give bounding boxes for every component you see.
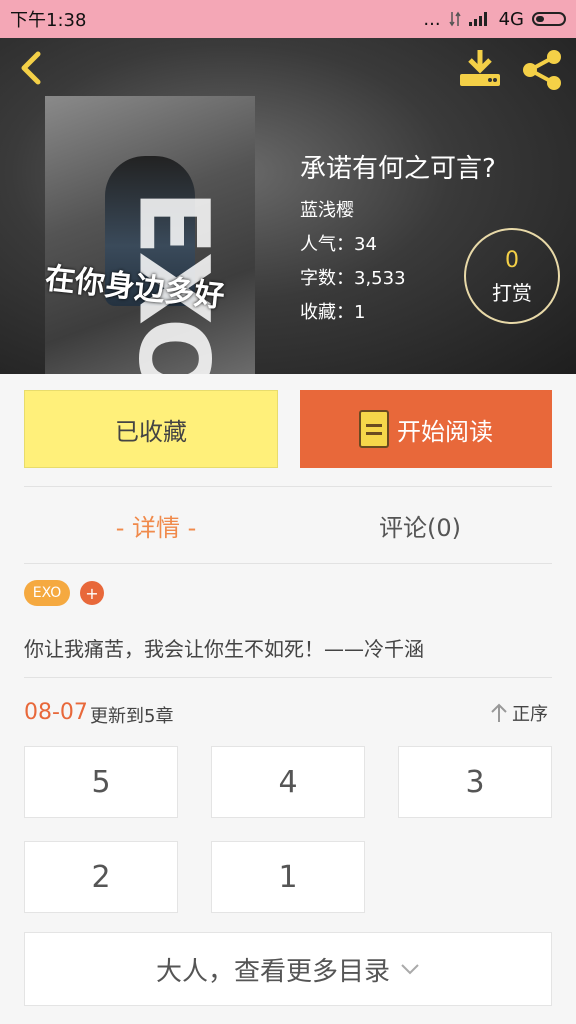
chapter-button[interactable]: 1 [211,841,365,913]
divider [24,486,552,487]
book-title: 承诺有何之可言? [300,154,496,184]
download-icon[interactable] [458,48,502,88]
status-bar: 下午1:38 ... 4G [0,0,576,38]
tag-exo[interactable]: EXO [24,580,70,606]
word-count-stat: 字数：3,533 [300,268,406,289]
status-time: 下午1:38 [10,10,87,31]
network-type: 4G [498,8,524,30]
status-icons: ... 4G [423,9,566,30]
more-catalog-label: 大人，查看更多目录 [155,956,390,987]
chapter-button[interactable]: 2 [24,841,178,913]
tab-comments[interactable]: 评论(0) [320,508,520,543]
favorites-stat: 收藏：1 [300,302,366,323]
arrow-up-icon [491,703,507,722]
signal-icon [468,12,491,26]
add-tag-button[interactable]: + [80,581,104,605]
start-reading-label: 开始阅读 [397,417,493,446]
reward-button[interactable]: 0 打赏 [464,228,560,324]
update-text: 更新到5章 [90,706,174,727]
book-cover[interactable]: EXO 在你身边多好 [45,96,255,374]
battery-icon [532,12,566,26]
tab-details[interactable]: - 详情 - [56,508,256,543]
reward-label: 打赏 [492,281,532,305]
reward-count: 0 [505,248,519,273]
sort-label: 正序 [512,704,548,725]
book-header: EXO 在你身边多好 承诺有何之可言? 蓝浅樱 人气：34 字数：3,533 收… [0,38,576,374]
share-icon[interactable] [520,48,564,92]
favorite-button[interactable]: 已收藏 [24,390,278,468]
data-transfer-icon [448,11,461,27]
status-dots: ... [423,8,441,30]
chevron-down-icon [401,964,419,975]
more-catalog-button[interactable]: 大人，查看更多目录 [24,932,552,1006]
chapter-button[interactable]: 5 [24,746,178,818]
chapter-button[interactable]: 3 [398,746,552,818]
popularity-stat: 人气：34 [300,234,377,255]
divider [24,563,552,564]
book-author[interactable]: 蓝浅樱 [300,196,354,222]
book-icon [359,410,389,448]
back-icon[interactable] [14,50,50,86]
favorite-label: 已收藏 [115,417,187,446]
sort-order-button[interactable]: 正序 [490,700,548,726]
start-reading-button[interactable]: 开始阅读 [300,390,552,468]
book-description: 你让我痛苦，我会让你生不如死！——冷千涵 [24,637,424,661]
update-date: 08-07 [24,700,88,725]
chapter-button[interactable]: 4 [211,746,365,818]
divider [24,677,552,678]
